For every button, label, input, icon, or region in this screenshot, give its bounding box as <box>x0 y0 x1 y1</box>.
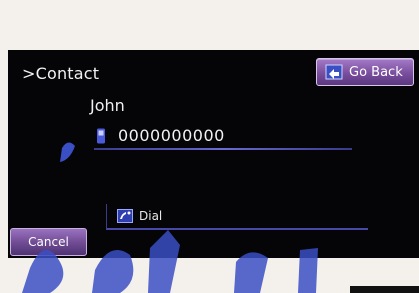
go-back-button[interactable]: Go Back <box>316 58 414 86</box>
go-back-label: Go Back <box>349 64 403 80</box>
contact-name: John <box>90 96 125 115</box>
phone-entry[interactable]: 0000000000 <box>96 126 225 145</box>
dial-icon <box>117 209 133 223</box>
dial-button[interactable]: Dial <box>106 204 368 230</box>
go-back-icon <box>325 64 343 80</box>
corner-mark <box>350 286 419 293</box>
display-screen: >Contact Go Back John 0000000000 Dial Ca… <box>8 50 419 258</box>
page-title: >Contact <box>22 64 100 83</box>
phone-underline <box>94 148 352 150</box>
cancel-button[interactable]: Cancel <box>10 228 87 256</box>
phone-number: 0000000000 <box>118 126 225 145</box>
dial-label: Dial <box>139 209 163 223</box>
mobile-phone-icon <box>97 128 105 143</box>
